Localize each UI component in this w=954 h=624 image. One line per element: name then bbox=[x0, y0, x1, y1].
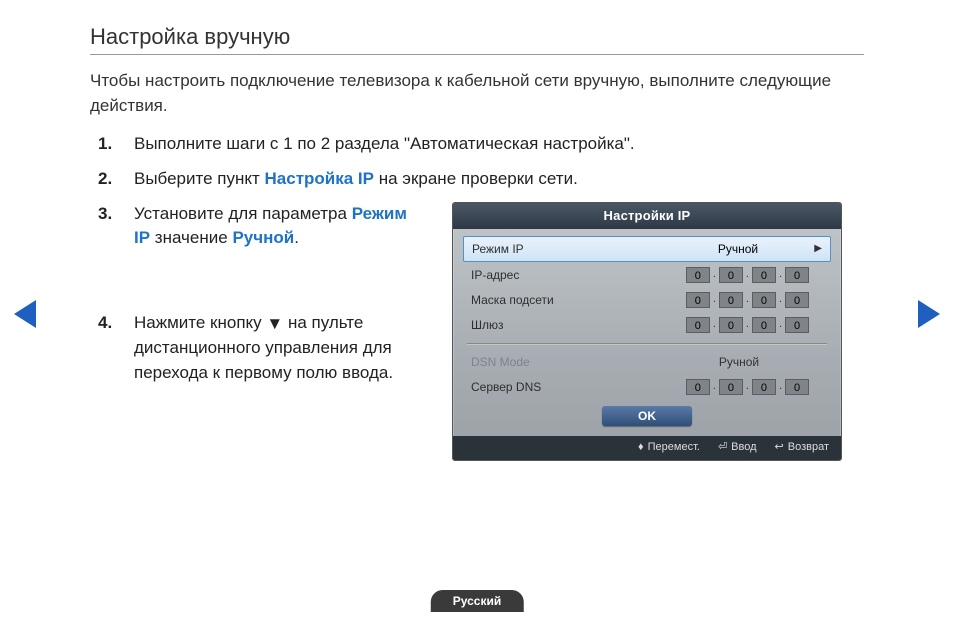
gw-o2[interactable]: 0 bbox=[719, 317, 743, 333]
mask-label: Маска подсети bbox=[471, 292, 669, 309]
footer-move: ♦Перемест. bbox=[638, 440, 700, 456]
ip-o1[interactable]: 0 bbox=[686, 267, 710, 283]
panel-header: Настройки IP bbox=[453, 203, 841, 230]
prev-page-arrow[interactable] bbox=[14, 300, 36, 328]
dns-label: Сервер DNS bbox=[471, 379, 669, 396]
chevron-right-icon: ▶ bbox=[808, 242, 822, 257]
mask-o2[interactable]: 0 bbox=[719, 292, 743, 308]
step-2: Выберите пункт Настройка IP на экране пр… bbox=[90, 167, 864, 192]
next-page-arrow[interactable] bbox=[918, 300, 940, 328]
updown-icon: ♦ bbox=[638, 440, 644, 456]
panel-divider bbox=[467, 343, 827, 344]
gw-o3[interactable]: 0 bbox=[752, 317, 776, 333]
mask-o3[interactable]: 0 bbox=[752, 292, 776, 308]
dsn-mode-value: Ручной bbox=[669, 354, 809, 371]
row-subnet-mask[interactable]: Маска подсети 0. 0. 0. 0 bbox=[463, 288, 831, 312]
step-3-text-a: Установите для параметра bbox=[134, 204, 352, 223]
mask-o1[interactable]: 0 bbox=[686, 292, 710, 308]
footer-enter: ⏎Ввод bbox=[718, 440, 757, 456]
row-ip-mode[interactable]: Режим IP Ручной ▶ bbox=[463, 236, 831, 262]
ok-button[interactable]: OK bbox=[602, 406, 692, 426]
step-1: Выполните шаги с 1 по 2 раздела "Автомат… bbox=[90, 132, 864, 157]
dns-o4[interactable]: 0 bbox=[785, 379, 809, 395]
ip-address-label: IP-адрес bbox=[471, 267, 669, 284]
ip-o4[interactable]: 0 bbox=[785, 267, 809, 283]
ip-mode-value: Ручной bbox=[668, 241, 808, 258]
ip-settings-panel: Настройки IP Режим IP Ручной ▶ IP-адрес … bbox=[452, 202, 842, 462]
page-title: Настройка вручную bbox=[90, 24, 864, 55]
step-4: Нажмите кнопку ▼ на пульте дистанционног… bbox=[90, 311, 420, 385]
step-2-link: Настройка IP bbox=[265, 169, 374, 188]
steps-list: Выполните шаги с 1 по 2 раздела "Автомат… bbox=[90, 132, 864, 385]
step-3-term-manual: Ручной bbox=[232, 228, 294, 247]
step-3-text-e: . bbox=[294, 228, 299, 247]
language-pill: Русский bbox=[431, 590, 524, 612]
gateway-label: Шлюз bbox=[471, 317, 669, 334]
enter-icon: ⏎ bbox=[718, 440, 727, 456]
panel-footer: ♦Перемест. ⏎Ввод ↩Возврат bbox=[453, 436, 841, 460]
ip-o3[interactable]: 0 bbox=[752, 267, 776, 283]
down-triangle-icon: ▼ bbox=[266, 312, 283, 337]
row-ip-address[interactable]: IP-адрес 0. 0. 0. 0 bbox=[463, 263, 831, 287]
step-4-text-a: Нажмите кнопку bbox=[134, 313, 266, 332]
row-dsn-mode: DSN Mode Ручной bbox=[463, 350, 831, 374]
step-2-text-c: на экране проверки сети. bbox=[374, 169, 578, 188]
step-1-text: Выполните шаги с 1 по 2 раздела "Автомат… bbox=[134, 134, 635, 153]
mask-o4[interactable]: 0 bbox=[785, 292, 809, 308]
step-3-text-c: значение bbox=[150, 228, 232, 247]
dns-o2[interactable]: 0 bbox=[719, 379, 743, 395]
ip-o2[interactable]: 0 bbox=[719, 267, 743, 283]
ip-mode-label: Режим IP bbox=[472, 241, 668, 258]
return-icon: ↩ bbox=[775, 440, 784, 456]
intro-text: Чтобы настроить подключение телевизора к… bbox=[90, 69, 864, 118]
row-dns-server[interactable]: Сервер DNS 0. 0. 0. 0 bbox=[463, 375, 831, 399]
footer-return: ↩Возврат bbox=[775, 440, 829, 456]
gw-o4[interactable]: 0 bbox=[785, 317, 809, 333]
dns-o3[interactable]: 0 bbox=[752, 379, 776, 395]
gw-o1[interactable]: 0 bbox=[686, 317, 710, 333]
dns-o1[interactable]: 0 bbox=[686, 379, 710, 395]
step-2-text-a: Выберите пункт bbox=[134, 169, 265, 188]
dsn-mode-label: DSN Mode bbox=[471, 354, 669, 371]
row-gateway[interactable]: Шлюз 0. 0. 0. 0 bbox=[463, 313, 831, 337]
